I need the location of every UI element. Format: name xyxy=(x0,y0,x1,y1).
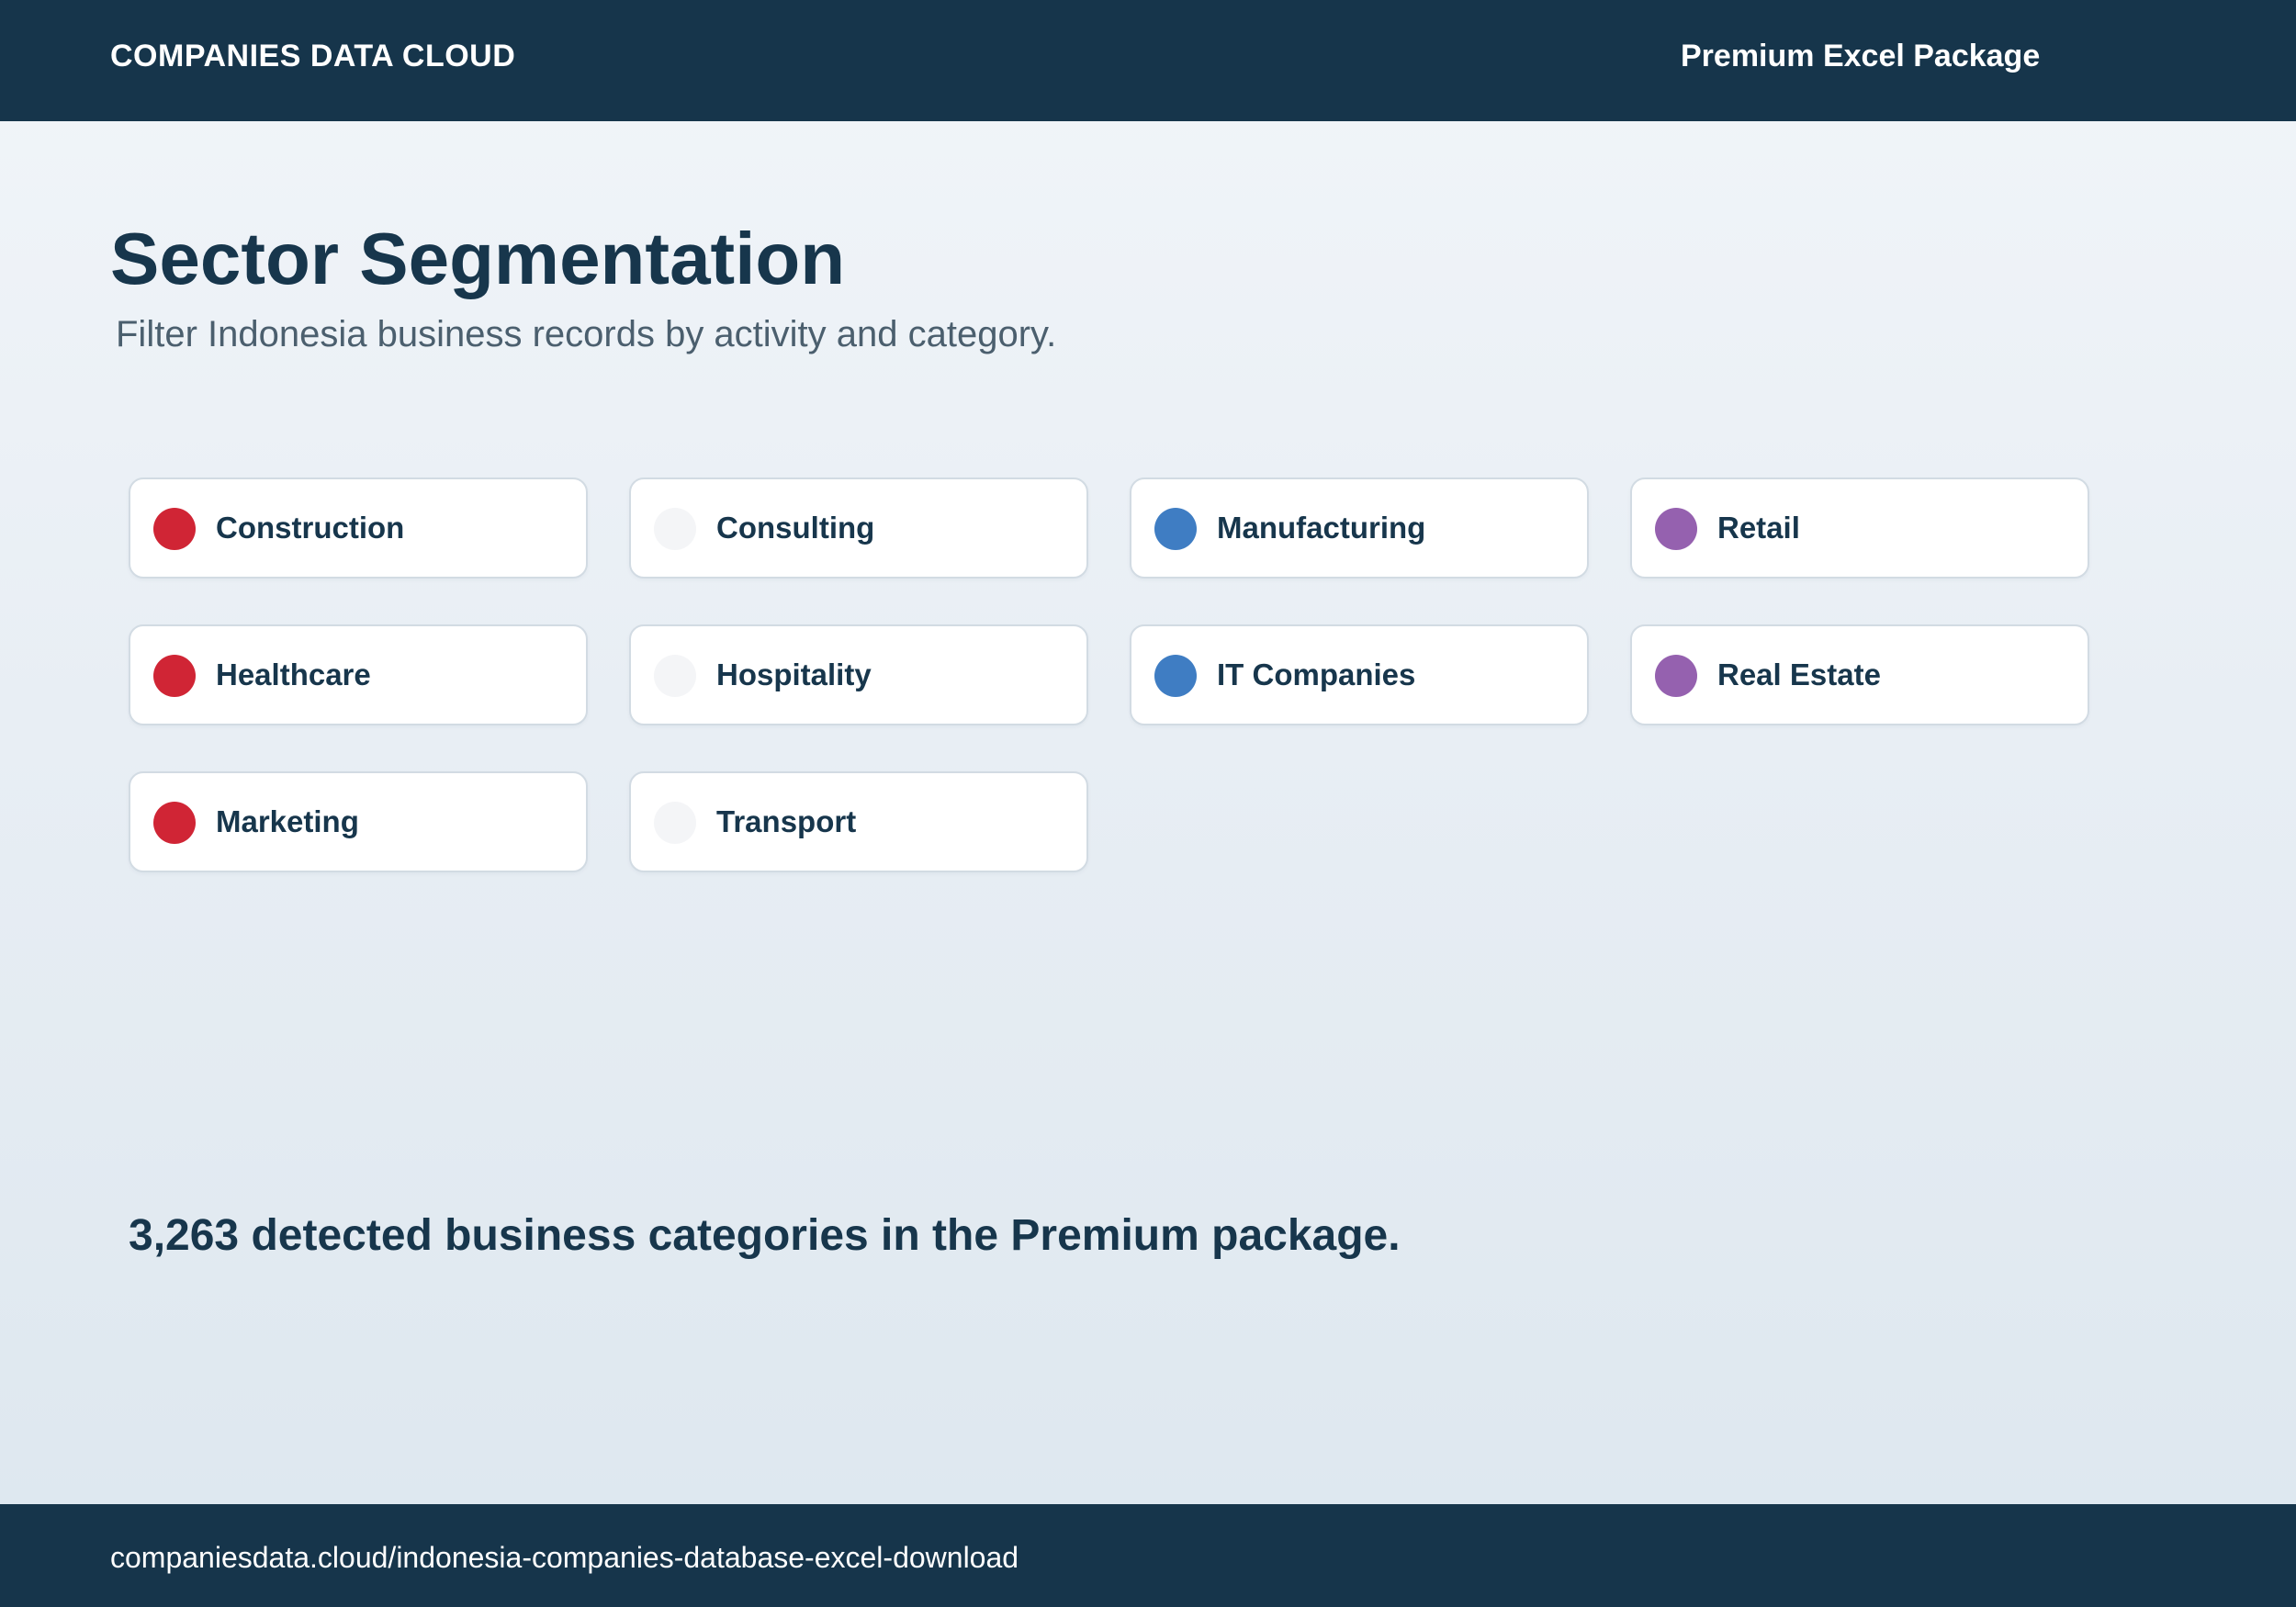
sector-card-hospitality[interactable]: Hospitality xyxy=(629,624,1088,725)
sector-label: Construction xyxy=(216,511,405,545)
sector-label: Manufacturing xyxy=(1217,511,1426,545)
sector-card-retail[interactable]: Retail xyxy=(1630,478,2089,579)
sector-label: IT Companies xyxy=(1217,657,1416,691)
sector-card-real-estate[interactable]: Real Estate xyxy=(1630,624,2089,725)
brand-name: COMPANIES DATA CLOUD xyxy=(110,39,516,73)
sector-dot-icon xyxy=(654,508,696,550)
sector-label: Hospitality xyxy=(716,657,872,691)
sector-dot-icon xyxy=(1154,655,1197,697)
sector-card-construction[interactable]: Construction xyxy=(129,478,588,579)
sector-dot-icon xyxy=(1655,655,1697,697)
page-subtitle: Filter Indonesia business records by act… xyxy=(116,314,1057,354)
page-title: Sector Segmentation xyxy=(110,218,846,299)
sector-label: Healthcare xyxy=(216,657,371,691)
sector-label: Real Estate xyxy=(1717,657,1881,691)
sector-grid: Construction Consulting Manufacturing Retai… xyxy=(129,478,2089,872)
sector-label: Marketing xyxy=(216,804,359,838)
sector-label: Transport xyxy=(716,804,857,838)
sector-dot-icon xyxy=(153,508,196,550)
top-header: COMPANIES DATA CLOUD Premium Excel Packa… xyxy=(0,0,2296,121)
footer-url: companiesdata.cloud/indonesia-companies-… xyxy=(110,1541,1019,1574)
sector-card-marketing[interactable]: Marketing xyxy=(129,771,588,872)
sector-card-consulting[interactable]: Consulting xyxy=(629,478,1088,579)
sector-dot-icon xyxy=(153,655,196,697)
sector-dot-icon xyxy=(153,802,196,844)
sector-dot-icon xyxy=(1655,508,1697,550)
sector-label: Retail xyxy=(1717,511,1800,545)
sector-dot-icon xyxy=(654,802,696,844)
category-summary: 3,263 detected business categories in th… xyxy=(129,1211,1401,1260)
sector-label: Consulting xyxy=(716,511,875,545)
sector-dot-icon xyxy=(1154,508,1197,550)
sector-dot-icon xyxy=(654,655,696,697)
page-footer: companiesdata.cloud/indonesia-companies-… xyxy=(0,1504,2296,1607)
sector-card-manufacturing[interactable]: Manufacturing xyxy=(1130,478,1589,579)
package-label: Premium Excel Package xyxy=(1681,39,2041,73)
sector-card-transport[interactable]: Transport xyxy=(629,771,1088,872)
sector-card-healthcare[interactable]: Healthcare xyxy=(129,624,588,725)
sector-card-it-companies[interactable]: IT Companies xyxy=(1130,624,1589,725)
